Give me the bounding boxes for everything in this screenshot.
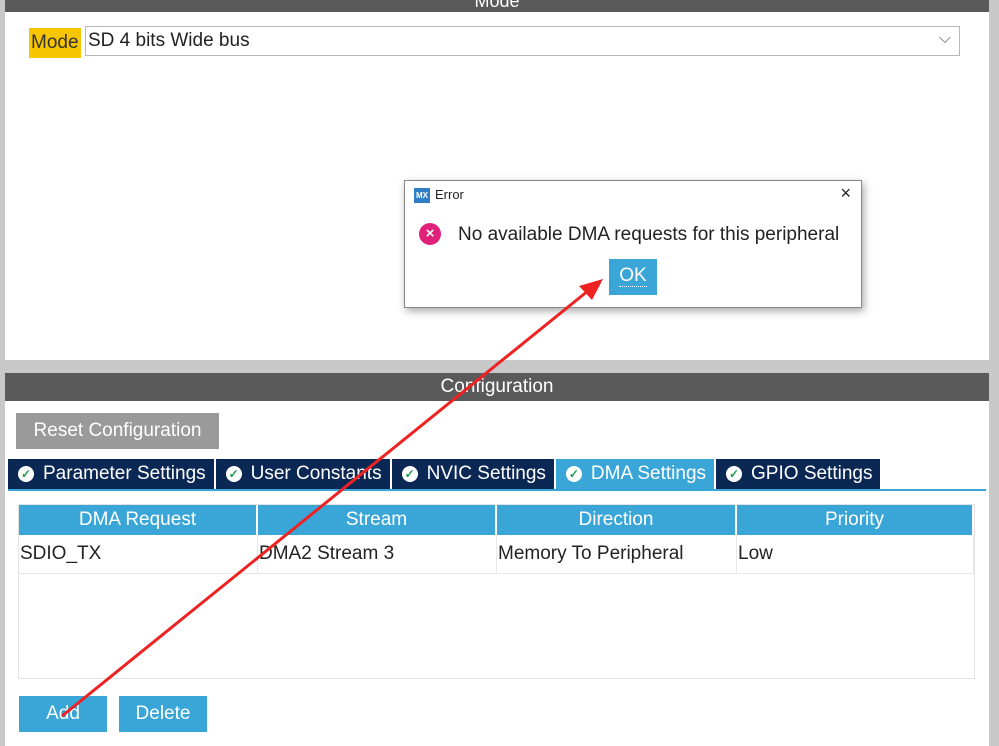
cell-priority: Low (737, 535, 974, 573)
close-icon[interactable]: × (840, 183, 851, 204)
mode-panel-header: Mode (5, 0, 989, 12)
tab-user-constants[interactable]: ✓ User Constants (215, 459, 390, 489)
table-header: DMA Request Stream Direction Priority (19, 505, 974, 535)
tab-underline (8, 489, 986, 491)
check-circle-icon: ✓ (225, 466, 242, 482)
add-button[interactable]: Add (19, 696, 107, 732)
tab-label: NVIC Settings (426, 463, 546, 484)
column-header-priority[interactable]: Priority (737, 505, 974, 535)
tab-label: User Constants (250, 463, 382, 484)
tab-label: GPIO Settings (751, 463, 873, 484)
configuration-panel: Reset Configuration ✓ Parameter Settings… (5, 401, 989, 746)
chevron-down-icon: ⌵ (938, 30, 951, 47)
dialog-message: No available DMA requests for this perip… (458, 224, 840, 245)
ok-button[interactable]: OK (609, 259, 657, 295)
dma-request-table: DMA Request Stream Direction Priority SD… (18, 504, 975, 679)
mode-panel-title: Mode (474, 0, 520, 11)
check-circle-icon: ✓ (401, 466, 418, 482)
column-header-dma-request[interactable]: DMA Request (19, 505, 258, 535)
cell-dma-request: SDIO_TX (19, 535, 258, 573)
delete-button[interactable]: Delete (119, 696, 207, 732)
check-circle-icon: ✓ (565, 466, 582, 482)
check-circle-icon: ✓ (18, 466, 34, 482)
app-icon: MX (414, 188, 430, 203)
reset-configuration-button[interactable]: Reset Configuration (16, 413, 219, 449)
tab-nvic-settings[interactable]: ✓ NVIC Settings (391, 459, 554, 489)
settings-tabs: ✓ Parameter Settings ✓ User Constants ✓ … (8, 459, 882, 489)
tab-gpio-settings[interactable]: ✓ GPIO Settings (716, 459, 881, 489)
mode-select[interactable]: SD 4 bits Wide bus ⌵ (85, 26, 960, 56)
configuration-header: Configuration (5, 373, 989, 401)
tab-label: Parameter Settings (43, 463, 206, 484)
tab-parameter-settings[interactable]: ✓ Parameter Settings (8, 459, 214, 489)
error-icon: × (419, 223, 441, 245)
dialog-title: Error (435, 187, 464, 202)
column-header-direction[interactable]: Direction (497, 505, 737, 535)
tab-label: DMA Settings (590, 463, 707, 484)
column-header-stream[interactable]: Stream (258, 505, 497, 535)
tab-dma-settings[interactable]: ✓ DMA Settings (555, 459, 715, 489)
mode-label: Mode (29, 28, 81, 58)
error-dialog: MX Error × × No available DMA requests f… (404, 180, 862, 308)
cell-stream: DMA2 Stream 3 (258, 535, 497, 573)
table-row[interactable]: SDIO_TX DMA2 Stream 3 Memory To Peripher… (19, 535, 974, 574)
mode-select-value: SD 4 bits Wide bus (88, 30, 250, 51)
ok-button-label: OK (619, 265, 647, 287)
cell-direction: Memory To Peripheral (497, 535, 737, 573)
check-circle-icon: ✓ (726, 466, 743, 482)
